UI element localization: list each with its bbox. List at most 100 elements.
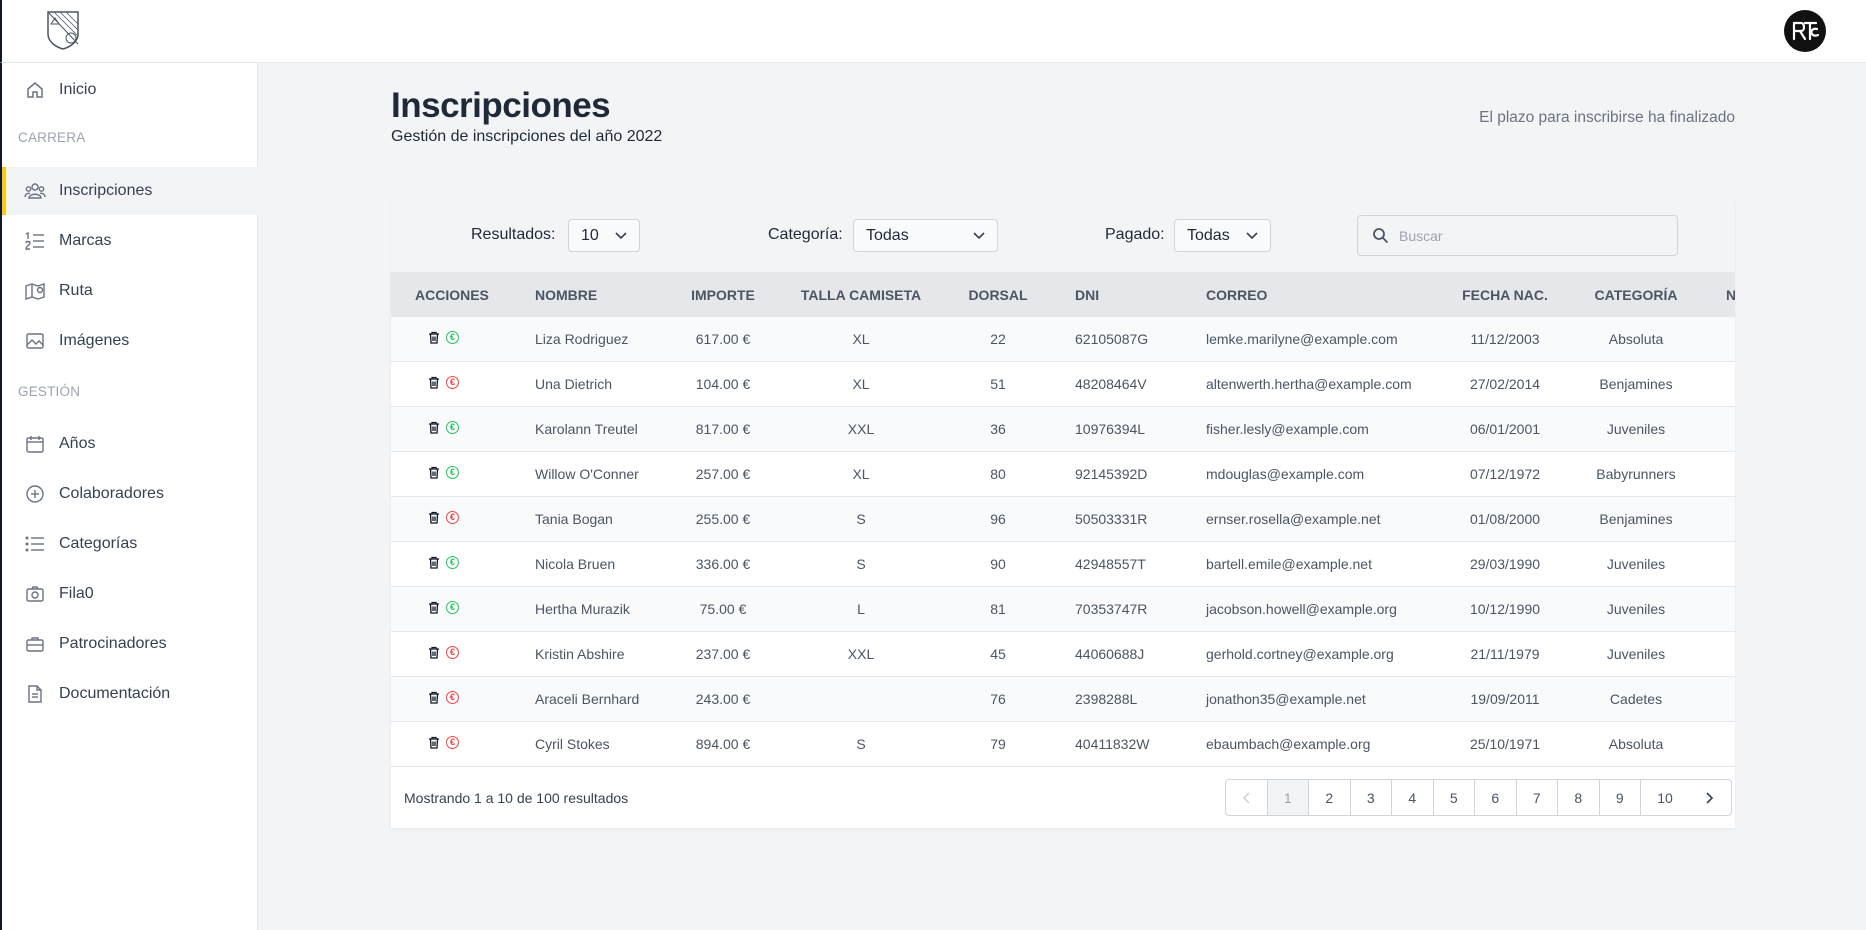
cell-size: XL	[852, 331, 870, 347]
cell-category: Benjamines	[1599, 376, 1673, 392]
column-header-extra[interactable]: N	[1726, 287, 1735, 303]
column-header-nombre[interactable]: NOMBRE	[535, 287, 597, 303]
paid-select[interactable]: Todas	[1174, 219, 1271, 252]
sidebar-item-ruta[interactable]: Ruta	[2, 267, 258, 315]
cell-size: S	[856, 556, 866, 572]
sidebar-item-documentacion[interactable]: Documentación	[2, 670, 258, 718]
cell-bib: 22	[990, 331, 1006, 347]
column-header-dni[interactable]: DNI	[1075, 287, 1099, 303]
cell-name: Tania Bogan	[535, 511, 613, 527]
pagination-page-10[interactable]: 10	[1641, 780, 1689, 815]
column-header-dorsal[interactable]: DORSAL	[968, 287, 1027, 303]
table-row: € Hertha Murazik 75.00 € L 81 70353747R jacobs…	[391, 587, 1735, 632]
delete-icon[interactable]	[428, 331, 440, 344]
sidebar-item-patrocinadores[interactable]: Patrocinadores	[2, 620, 258, 668]
table-row: € Liza Rodriguez 617.00 € XL 22 62105087G lemk…	[391, 317, 1735, 362]
cell-category: Benjamines	[1599, 511, 1673, 527]
delete-icon[interactable]	[428, 376, 440, 389]
column-header-importe[interactable]: IMPORTE	[691, 287, 755, 303]
unpaid-euro-icon[interactable]: €	[446, 691, 459, 704]
column-header-acciones[interactable]: ACCIONES	[415, 287, 489, 303]
delete-icon[interactable]	[428, 466, 440, 479]
cell-size: S	[856, 511, 866, 527]
sidebar-item-inicio[interactable]: Inicio	[2, 66, 258, 114]
delete-icon[interactable]	[428, 691, 440, 704]
paid-euro-icon[interactable]: €	[446, 466, 459, 479]
cell-birth: 06/01/2001	[1469, 421, 1541, 437]
sidebar-item-categorias[interactable]: Categorías	[2, 520, 258, 568]
pagination-page-6[interactable]: 6	[1475, 780, 1517, 815]
sidebar-item-colaboradores[interactable]: Colaboradores	[2, 470, 258, 518]
results-select[interactable]: 10	[568, 219, 640, 252]
cell-amount: 243.00 €	[695, 691, 751, 707]
sidebar-item-anos[interactable]: Años	[2, 420, 258, 468]
cell-dni: 70353747R	[1075, 601, 1148, 617]
results-summary: Mostrando 1 a 10 de 100 resultados	[404, 790, 629, 806]
page-title: Inscripciones	[391, 86, 611, 125]
paid-euro-icon[interactable]: €	[446, 601, 459, 614]
column-header-correo[interactable]: CORREO	[1206, 287, 1267, 303]
app-logo-icon[interactable]	[46, 10, 80, 50]
row-actions: €	[428, 331, 459, 344]
user-avatar[interactable]	[1784, 10, 1826, 52]
unpaid-euro-icon[interactable]: €	[446, 646, 459, 659]
column-header-talla[interactable]: TALLA CAMISETA	[801, 287, 921, 303]
cell-email: ernser.rosella@example.net	[1206, 511, 1381, 527]
column-header-categoria[interactable]: CATEGORÍA	[1595, 287, 1678, 303]
calendar-icon	[24, 433, 46, 455]
sidebar-item-label: Inicio	[59, 81, 97, 98]
table-row: € Kristin Abshire 237.00 € XXL 45 44060688J ge…	[391, 632, 1735, 677]
row-actions: €	[428, 376, 459, 389]
pagination-page-9[interactable]: 9	[1600, 780, 1641, 815]
delete-icon[interactable]	[428, 646, 440, 659]
delete-icon[interactable]	[428, 601, 440, 614]
unpaid-euro-icon[interactable]: €	[446, 511, 459, 524]
cell-size: XXL	[847, 646, 875, 662]
row-actions: €	[428, 511, 459, 524]
pagination-page-2[interactable]: 2	[1309, 780, 1351, 815]
delete-icon[interactable]	[428, 421, 440, 434]
search-box	[1357, 215, 1678, 256]
pagination-next-button[interactable]	[1689, 780, 1731, 815]
pagination-page-1[interactable]: 1	[1267, 780, 1309, 815]
category-label: Categoría:	[768, 226, 843, 243]
sidebar-item-fila0[interactable]: Fila0	[2, 570, 258, 618]
sidebar-item-imagenes[interactable]: Imágenes	[2, 317, 258, 365]
row-actions: €	[428, 556, 459, 569]
pagination-page-8[interactable]: 8	[1558, 780, 1600, 815]
category-select[interactable]: Todas	[853, 219, 998, 252]
delete-icon[interactable]	[428, 736, 440, 749]
sidebar-item-label: Inscripciones	[59, 182, 153, 199]
column-header-fecha[interactable]: FECHA NAC.	[1462, 287, 1548, 303]
cell-bib: 80	[990, 466, 1006, 482]
cell-dni: 40411832W	[1075, 736, 1150, 752]
pagination-prev-button[interactable]	[1226, 780, 1268, 815]
results-select-value: 10	[581, 226, 599, 244]
cell-bib: 90	[990, 556, 1006, 572]
paid-euro-icon[interactable]: €	[446, 556, 459, 569]
map-icon	[24, 280, 46, 302]
pagination-page-4[interactable]: 4	[1392, 780, 1434, 815]
cell-amount: 617.00 €	[695, 331, 751, 347]
paid-euro-icon[interactable]: €	[446, 331, 459, 344]
pagination-page-5[interactable]: 5	[1434, 780, 1475, 815]
sidebar-item-marcas[interactable]: Marcas	[2, 217, 258, 265]
cell-size: XXL	[847, 421, 875, 437]
delete-icon[interactable]	[428, 511, 440, 524]
sidebar-section-carrera: CARRERA	[18, 130, 86, 145]
camera-icon	[24, 583, 46, 605]
unpaid-euro-icon[interactable]: €	[446, 736, 459, 749]
sidebar-item-inscripciones[interactable]: Inscripciones	[2, 167, 258, 215]
search-input[interactable]	[1399, 227, 1659, 244]
cell-category: Juveniles	[1606, 601, 1666, 617]
unpaid-euro-icon[interactable]: €	[446, 376, 459, 389]
delete-icon[interactable]	[428, 556, 440, 569]
pagination-page-3[interactable]: 3	[1351, 780, 1392, 815]
cell-category: Absoluta	[1608, 736, 1664, 752]
table-row: € Nicola Bruen 336.00 € S 90 42948557T bartell…	[391, 542, 1735, 587]
pagination-page-7[interactable]: 7	[1517, 780, 1558, 815]
paid-euro-icon[interactable]: €	[446, 421, 459, 434]
row-actions: €	[428, 466, 459, 479]
cell-dni: 92145392D	[1075, 466, 1148, 482]
cell-amount: 255.00 €	[695, 511, 751, 527]
